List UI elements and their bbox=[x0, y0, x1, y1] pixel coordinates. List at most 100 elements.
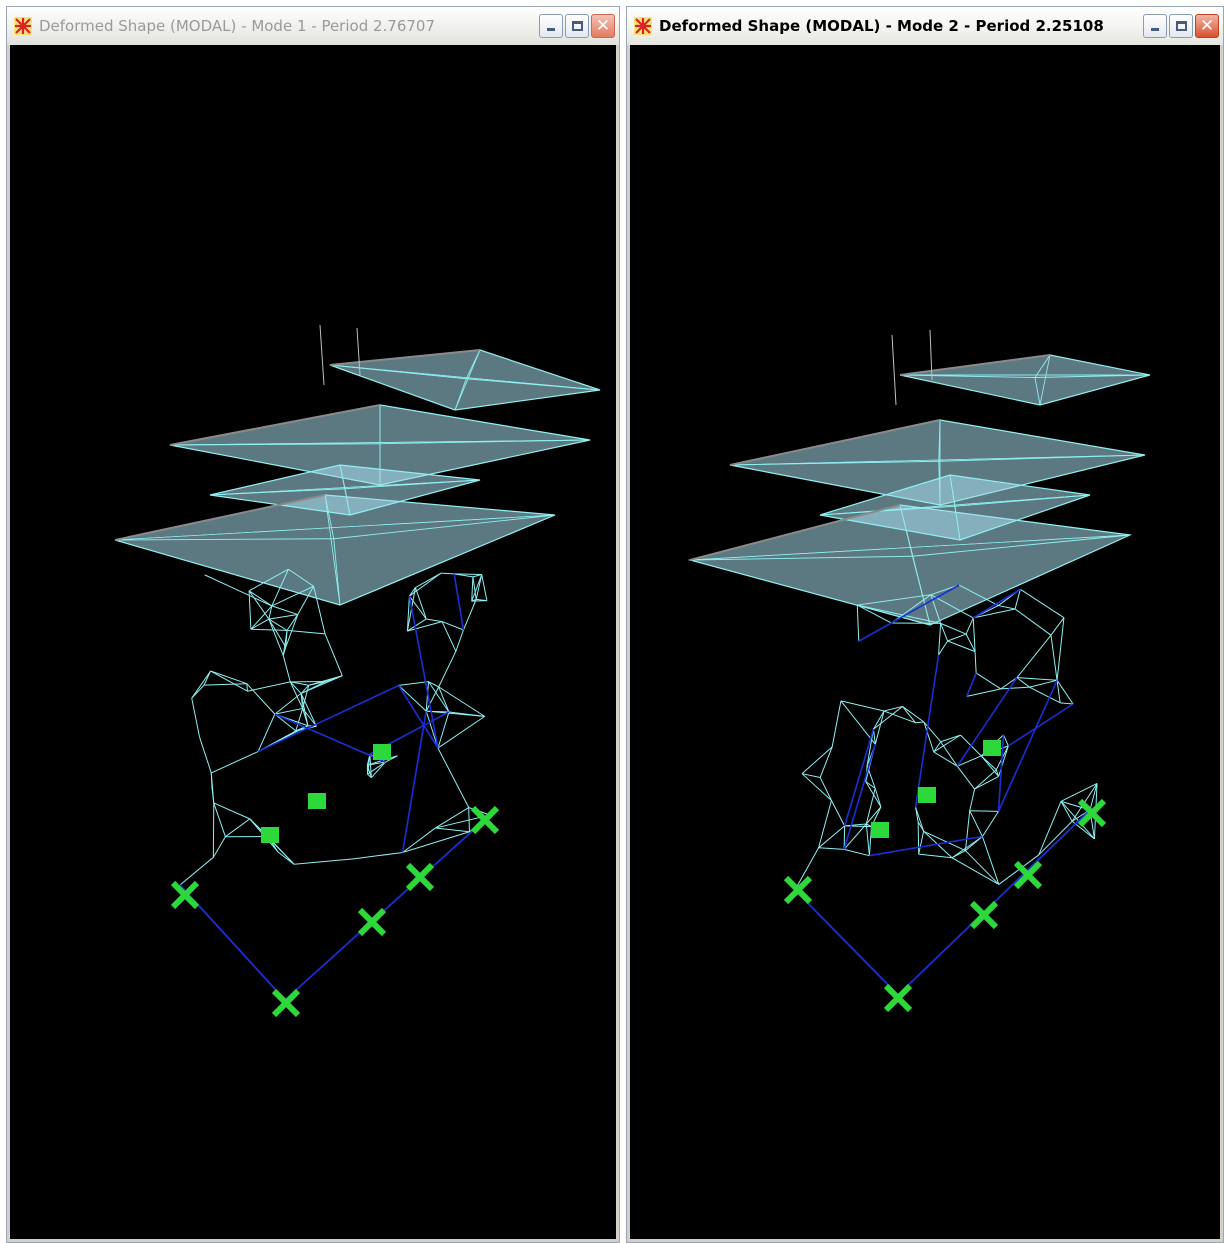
close-button[interactable]: ✕ bbox=[591, 14, 615, 38]
fixed-support-icon bbox=[1013, 860, 1043, 890]
base-beam bbox=[284, 814, 491, 1001]
frame-member bbox=[437, 747, 470, 808]
frame-member bbox=[212, 836, 226, 858]
frame-member bbox=[874, 788, 882, 807]
mode-2-window[interactable]: Deformed Shape (MODAL) - Mode 2 - Period… bbox=[626, 6, 1224, 1243]
maximize-icon bbox=[571, 21, 583, 31]
brace-member bbox=[965, 672, 977, 697]
mode-1-window[interactable]: Deformed Shape (MODAL) - Mode 1 - Period… bbox=[6, 6, 620, 1243]
frame-member bbox=[247, 681, 291, 692]
frame-member bbox=[818, 825, 845, 849]
frame-member bbox=[441, 572, 455, 575]
frame-member bbox=[917, 821, 920, 855]
frame-member bbox=[956, 765, 975, 790]
frame-member bbox=[872, 710, 885, 730]
frame-member bbox=[295, 708, 304, 732]
deformed-shape-model bbox=[687, 329, 1151, 1013]
frame-member bbox=[938, 623, 942, 655]
minimize-icon bbox=[547, 28, 555, 31]
frame-member bbox=[1016, 677, 1058, 681]
frame-member bbox=[398, 681, 429, 686]
close-icon: ✕ bbox=[595, 15, 611, 36]
mast-line bbox=[891, 334, 897, 406]
frame-member bbox=[1016, 634, 1052, 678]
maximize-button[interactable] bbox=[565, 14, 589, 38]
frame-member bbox=[933, 751, 958, 767]
mode-2-titlebar[interactable]: Deformed Shape (MODAL) - Mode 2 - Period… bbox=[627, 7, 1223, 45]
frame-member bbox=[438, 651, 457, 688]
brace-member bbox=[257, 684, 399, 753]
frame-member bbox=[437, 715, 485, 749]
frame-member bbox=[981, 836, 1000, 885]
minimize-button[interactable] bbox=[1143, 14, 1167, 38]
fixed-support-icon bbox=[783, 875, 813, 905]
brace-member bbox=[274, 713, 386, 763]
frame-member bbox=[969, 810, 999, 812]
frame-member bbox=[268, 618, 284, 656]
frame-member bbox=[268, 614, 298, 620]
frame-member bbox=[972, 617, 976, 652]
mode-2-viewport[interactable] bbox=[630, 45, 1220, 1239]
frame-member bbox=[998, 605, 1016, 610]
base-beam bbox=[794, 889, 899, 996]
close-button[interactable]: ✕ bbox=[1195, 14, 1219, 38]
frame-member bbox=[918, 831, 925, 855]
app-logo-icon bbox=[634, 17, 652, 35]
frame-member bbox=[969, 788, 976, 811]
frame-member bbox=[981, 811, 999, 837]
frame-member bbox=[250, 628, 288, 631]
brace-member bbox=[914, 654, 940, 808]
frame-member bbox=[819, 777, 832, 801]
frame-member bbox=[831, 800, 846, 827]
fixed-support-icon bbox=[271, 988, 301, 1018]
frame-member bbox=[844, 825, 872, 828]
frame-member bbox=[938, 640, 949, 656]
support-node-icon bbox=[308, 793, 326, 809]
frame-member bbox=[414, 587, 427, 620]
frame-member bbox=[257, 713, 276, 752]
frame-member bbox=[282, 655, 291, 682]
frame-member bbox=[974, 651, 977, 674]
support-node-icon bbox=[871, 822, 889, 838]
frame-member bbox=[975, 672, 1002, 690]
support-node-icon bbox=[373, 744, 391, 760]
app-logo-icon bbox=[14, 17, 32, 35]
frame-member bbox=[819, 746, 833, 778]
frame-member bbox=[454, 573, 482, 576]
frame-member bbox=[801, 746, 833, 775]
frame-member bbox=[250, 605, 273, 630]
frame-member bbox=[874, 710, 885, 745]
frame-member bbox=[947, 633, 967, 642]
minimize-icon bbox=[1151, 28, 1159, 31]
mode-1-titlebar[interactable]: Deformed Shape (MODAL) - Mode 1 - Period… bbox=[7, 7, 619, 45]
floor-slab bbox=[329, 349, 601, 411]
frame-member bbox=[1014, 608, 1052, 636]
frame-member bbox=[1003, 734, 1009, 747]
frame-member bbox=[1038, 801, 1062, 856]
fixed-support-icon bbox=[357, 907, 387, 937]
frame-member bbox=[179, 856, 214, 886]
fixed-support-icon bbox=[170, 880, 200, 910]
frame-member bbox=[402, 827, 436, 853]
mast-line bbox=[319, 324, 325, 386]
frame-member bbox=[1029, 679, 1058, 688]
floor-slab bbox=[899, 354, 1151, 406]
frame-member bbox=[1020, 588, 1065, 619]
frame-member bbox=[210, 670, 248, 685]
maximize-button[interactable] bbox=[1169, 14, 1193, 38]
frame-member bbox=[213, 802, 251, 820]
frame-member bbox=[213, 802, 226, 837]
frame-member bbox=[210, 670, 248, 692]
frame-member bbox=[933, 741, 942, 753]
frame-member bbox=[1060, 702, 1074, 705]
fixed-support-icon bbox=[405, 862, 435, 892]
frame-member bbox=[294, 858, 354, 865]
frame-member bbox=[1000, 677, 1018, 690]
mode-1-viewport[interactable] bbox=[10, 45, 616, 1239]
support-node-icon bbox=[983, 740, 1001, 756]
frame-member bbox=[1038, 820, 1073, 856]
minimize-button[interactable] bbox=[539, 14, 563, 38]
frame-member bbox=[435, 827, 470, 833]
frame-member bbox=[434, 807, 469, 829]
brace-member bbox=[453, 573, 465, 631]
